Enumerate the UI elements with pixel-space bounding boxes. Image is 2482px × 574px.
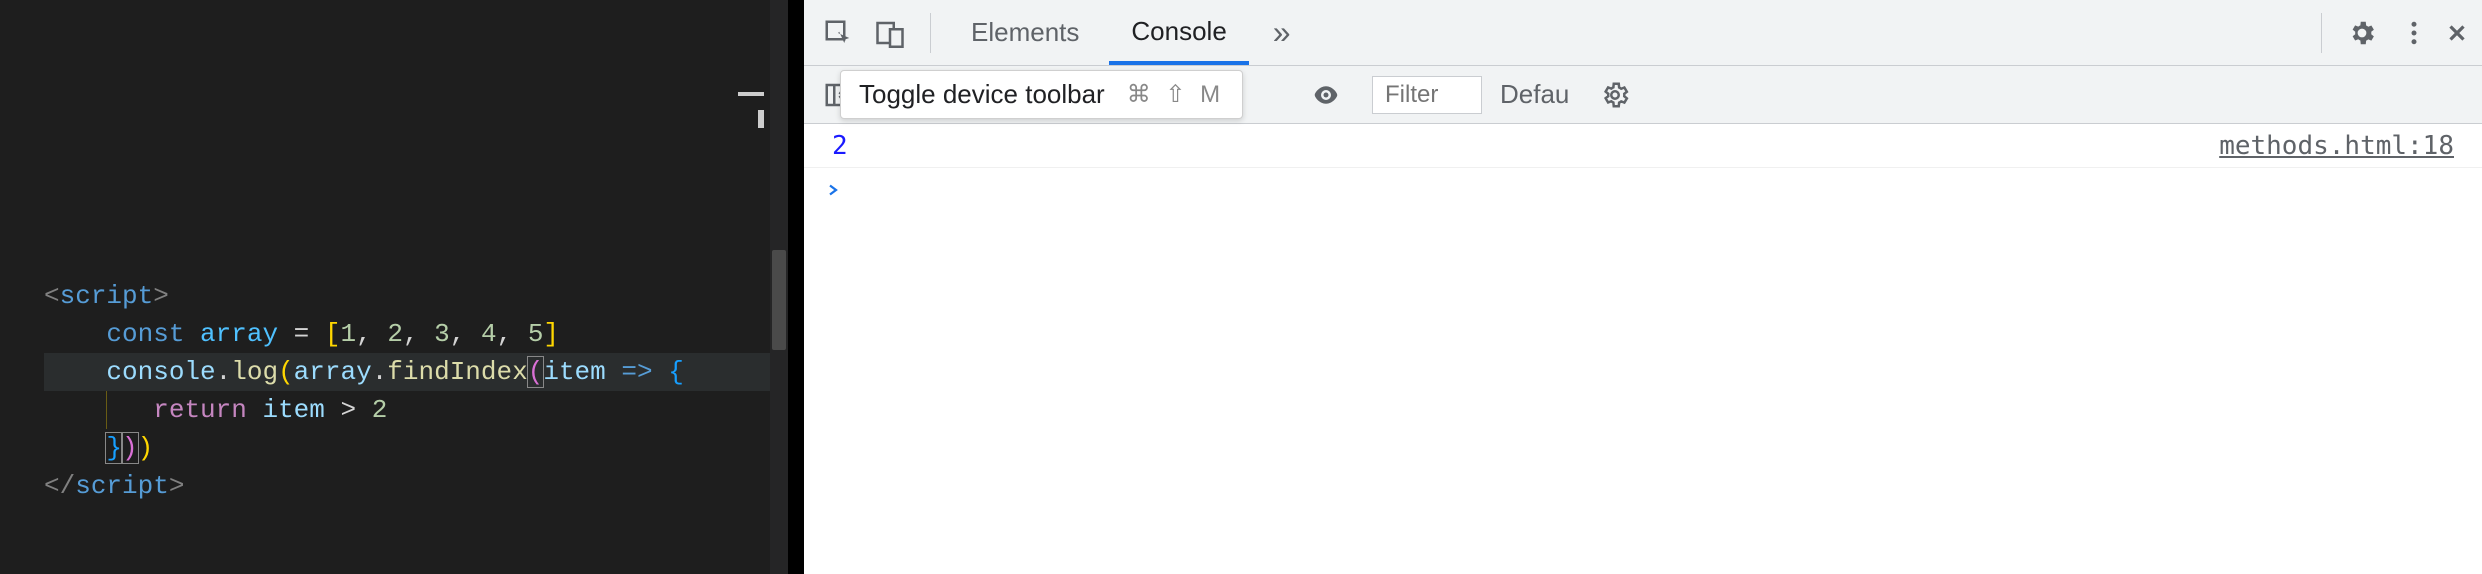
console-output[interactable]: 2 methods.html:18 <box>804 124 2482 574</box>
code-token <box>309 319 325 349</box>
code-line[interactable]: })) <box>44 429 788 467</box>
code-token: , <box>450 319 481 349</box>
code-token: array <box>294 357 372 387</box>
code-token <box>325 395 341 425</box>
code-token: log <box>231 357 278 387</box>
code-token: </ <box>44 471 75 501</box>
filter-input[interactable] <box>1372 76 1482 114</box>
separator <box>2321 13 2322 53</box>
tooltip-label: Toggle device toolbar <box>859 79 1105 110</box>
devtools-panel: Elements Console » Tog <box>804 0 2482 574</box>
code-token: < <box>44 281 60 311</box>
code-token: => <box>621 357 652 387</box>
code-token: findIndex <box>387 357 527 387</box>
code-token: . <box>372 357 388 387</box>
code-token: , <box>356 319 387 349</box>
minimap-mark <box>758 110 764 128</box>
tab-console[interactable]: Console <box>1109 3 1248 65</box>
code-token: array <box>200 319 278 349</box>
kebab-menu-icon[interactable] <box>2392 11 2436 55</box>
scrollbar-thumb[interactable] <box>772 250 786 350</box>
code-line[interactable]: <script> <box>44 277 788 315</box>
code-token: > <box>153 281 169 311</box>
log-value: 2 <box>832 131 848 161</box>
code-token: item <box>262 395 324 425</box>
code-token <box>278 319 294 349</box>
tabs-overflow-icon[interactable]: » <box>1257 14 1307 51</box>
code-token <box>356 395 372 425</box>
code-token: 3 <box>434 319 450 349</box>
code-token <box>44 357 106 387</box>
code-token <box>247 395 263 425</box>
code-token: 4 <box>481 319 497 349</box>
code-token: > <box>341 395 357 425</box>
code-token <box>44 395 106 425</box>
tooltip-shortcut: ⌘ ⇧ M <box>1127 80 1224 109</box>
minimap-mark <box>738 92 764 96</box>
code-token: = <box>294 319 310 349</box>
code-token: , <box>403 319 434 349</box>
devtools-tabbar: Elements Console » <box>804 0 2482 66</box>
editor-scrollbar[interactable] <box>770 0 788 574</box>
tab-elements[interactable]: Elements <box>949 2 1101 64</box>
code-token: > <box>169 471 185 501</box>
code-token: ( <box>278 357 294 387</box>
code-token: , <box>497 319 528 349</box>
console-log-row[interactable]: 2 methods.html:18 <box>804 124 2482 168</box>
code-token <box>653 357 669 387</box>
code-token: [ <box>325 319 341 349</box>
code-token <box>184 319 200 349</box>
inspect-element-icon[interactable] <box>816 11 860 55</box>
separator <box>930 13 931 53</box>
close-icon[interactable] <box>2444 11 2470 55</box>
code-token: return <box>153 395 247 425</box>
code-token: script <box>75 471 169 501</box>
code-token: ) <box>121 432 139 464</box>
settings-icon[interactable] <box>2340 11 2384 55</box>
code-token: script <box>60 281 154 311</box>
code-editor[interactable]: <script> const array = [1, 2, 3, 4, 5] c… <box>0 0 788 574</box>
code-token <box>44 319 106 349</box>
console-prompt[interactable] <box>804 168 2482 212</box>
code-token: 2 <box>387 319 403 349</box>
code-token: ( <box>527 356 545 388</box>
code-token: . <box>216 357 232 387</box>
code-line[interactable]: const array = [1, 2, 3, 4, 5] <box>44 315 788 353</box>
log-source-link[interactable]: methods.html:18 <box>2219 131 2454 161</box>
code-line[interactable]: return item > 2 <box>44 391 788 429</box>
code-token: ] <box>543 319 559 349</box>
code-token: ) <box>138 433 154 463</box>
code-token <box>106 395 153 425</box>
code-token <box>44 433 106 463</box>
code-token <box>606 357 622 387</box>
code-token: console <box>106 357 215 387</box>
log-level-label[interactable]: Defau <box>1494 79 1569 110</box>
code-line[interactable]: </script> <box>44 467 788 505</box>
code-token: const <box>106 319 184 349</box>
code-token: item <box>543 357 605 387</box>
console-toolbar: Toggle device toolbar ⌘ ⇧ M Defau <box>804 66 2482 124</box>
code-token: 5 <box>528 319 544 349</box>
tooltip: Toggle device toolbar ⌘ ⇧ M <box>840 70 1243 119</box>
settings-small-icon[interactable] <box>1593 73 1637 117</box>
code-token: 2 <box>372 395 388 425</box>
code-token: { <box>668 357 684 387</box>
live-expression-icon[interactable] <box>1304 73 1348 117</box>
device-toolbar-icon[interactable] <box>868 11 912 55</box>
code-token: 1 <box>341 319 357 349</box>
code-line[interactable]: console.log(array.findIndex(item => { <box>44 353 788 391</box>
